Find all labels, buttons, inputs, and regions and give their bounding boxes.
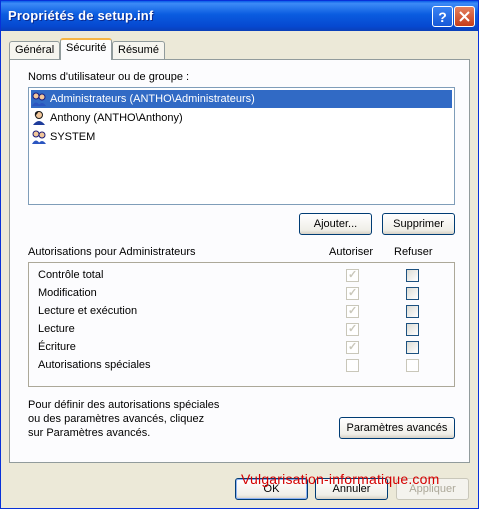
properties-window: Propriétés de setup.inf ? Général Sécuri… xyxy=(0,0,479,509)
user-name: SYSTEM xyxy=(50,131,96,143)
permission-name: Modification xyxy=(38,287,97,299)
tab-general[interactable]: Général xyxy=(9,41,61,59)
permission-name: Contrôle total xyxy=(38,269,104,281)
deny-checkbox[interactable] xyxy=(406,287,419,300)
window-title: Propriétés de setup.inf xyxy=(8,8,154,23)
deny-checkbox[interactable] xyxy=(406,323,419,336)
remove-button[interactable]: Supprimer xyxy=(382,213,455,235)
user-name: Administrateurs (ANTHO\Administrateurs) xyxy=(50,93,255,105)
permission-row: Contrôle total xyxy=(29,266,454,284)
permission-name: Lecture xyxy=(38,323,75,335)
allow-checkbox[interactable] xyxy=(346,286,359,300)
title-bar[interactable]: Propriétés de setup.inf ? xyxy=(1,1,478,31)
user-name: Anthony (ANTHO\Anthony) xyxy=(50,112,183,124)
list-item[interactable]: SYSTEM xyxy=(31,128,95,146)
tab-security[interactable]: Sécurité xyxy=(60,38,113,60)
add-button[interactable]: Ajouter... xyxy=(299,213,372,235)
allow-checkbox[interactable] xyxy=(346,359,359,372)
allow-checkbox[interactable] xyxy=(346,268,359,282)
list-item[interactable]: Administrateurs (ANTHO\Administrateurs) xyxy=(31,90,452,108)
tab-summary[interactable]: Résumé xyxy=(112,41,165,59)
permission-name: Écriture xyxy=(38,341,76,353)
permission-row: Autorisations spéciales xyxy=(29,356,454,374)
close-icon xyxy=(459,11,470,22)
deny-checkbox[interactable] xyxy=(406,359,419,372)
allow-checkbox[interactable] xyxy=(346,304,359,318)
deny-header: Refuser xyxy=(394,246,433,258)
allow-checkbox[interactable] xyxy=(346,322,359,336)
advanced-text-line3: sur Paramètres avancés. xyxy=(28,427,151,439)
group-icon xyxy=(31,129,47,145)
deny-checkbox[interactable] xyxy=(406,269,419,282)
user-icon xyxy=(31,110,47,126)
group-icon xyxy=(31,91,47,107)
advanced-text-line1: Pour définir des autorisations spéciales xyxy=(28,399,220,411)
permission-row: Modification xyxy=(29,284,454,302)
permissions-title: Autorisations pour Administrateurs xyxy=(28,246,196,258)
advanced-text-line2: ou des paramètres avancés, cliquez xyxy=(28,413,205,425)
permission-name: Autorisations spéciales xyxy=(38,359,151,371)
deny-checkbox[interactable] xyxy=(406,341,419,354)
permission-row: Lecture xyxy=(29,320,454,338)
permissions-list: Contrôle total Modification Lecture et e… xyxy=(28,262,455,387)
permission-name: Lecture et exécution xyxy=(38,305,138,317)
permission-row: Écriture xyxy=(29,338,454,356)
help-button[interactable]: ? xyxy=(432,6,453,27)
watermark-text: Vulgarisation-informatique.com xyxy=(241,471,440,487)
allow-header: Autoriser xyxy=(329,246,374,258)
permission-row: Lecture et exécution xyxy=(29,302,454,320)
close-button[interactable] xyxy=(454,6,475,27)
deny-checkbox[interactable] xyxy=(406,305,419,318)
list-item[interactable]: Anthony (ANTHO\Anthony) xyxy=(31,109,183,127)
advanced-settings-button[interactable]: Paramètres avancés xyxy=(339,417,455,439)
users-label: Noms d'utilisateur ou de groupe : xyxy=(28,71,190,83)
users-listbox[interactable]: Administrateurs (ANTHO\Administrateurs) … xyxy=(28,87,455,205)
allow-checkbox[interactable] xyxy=(346,340,359,354)
